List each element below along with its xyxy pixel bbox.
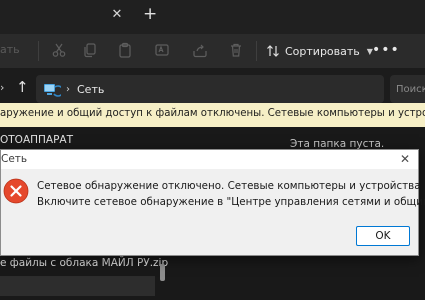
toolbar-divider (38, 41, 39, 61)
address-bar[interactable]: › Сеть (36, 75, 384, 103)
tab-close-button[interactable]: ✕ (110, 8, 124, 22)
file-explorer-window: ✕ + ать Сортировать ▼ ••• › ↑ › Сеть Пои… (0, 0, 425, 300)
dialog-titlebar: Сеть ✕ (1, 150, 418, 169)
infobar-text: аружение и общий доступ к файлам отключе… (0, 108, 425, 119)
sort-label: Сортировать (285, 44, 360, 58)
up-button[interactable]: ↑ (16, 78, 29, 96)
error-icon (3, 178, 29, 204)
new-tab-button[interactable]: + (143, 5, 157, 23)
sort-button[interactable]: Сортировать ▼ (266, 40, 373, 62)
delete-icon[interactable] (228, 42, 244, 58)
chevron-right-icon[interactable]: › (0, 81, 4, 94)
address-location: Сеть (77, 82, 105, 96)
network-icon (44, 84, 61, 97)
command-bar: ать Сортировать ▼ ••• (0, 34, 425, 68)
copy-icon[interactable] (82, 42, 98, 58)
scrollbar-thumb[interactable] (160, 264, 165, 281)
cut-icon[interactable] (51, 42, 67, 58)
search-input[interactable]: Поиск (390, 75, 425, 103)
paste-icon[interactable] (117, 42, 133, 58)
search-placeholder: Поиск (396, 83, 425, 95)
dialog-title: Сеть (1, 153, 28, 165)
dialog-message-line1: Сетевое обнаружение отключено. Сетевые к… (37, 180, 425, 192)
sort-icon (267, 45, 279, 57)
nav-pane-item[interactable]: е файлы с облака МАЙЛ РУ.zip (0, 257, 168, 269)
dialog-message-line2: Включите сетевое обнаружение в "Центре у… (37, 196, 425, 208)
more-options-button[interactable]: ••• (372, 42, 400, 58)
dialog-footer: OK (1, 219, 418, 255)
network-discovery-infobar[interactable]: аружение и общий доступ к файлам отключе… (0, 103, 425, 127)
share-icon[interactable] (192, 42, 208, 58)
toolbar-divider (256, 41, 257, 61)
chevron-right-icon[interactable]: › (66, 84, 70, 95)
nav-pane-item[interactable]: ОТОАППАРАТ (0, 134, 73, 146)
dialog-close-button[interactable]: ✕ (397, 151, 413, 167)
network-error-dialog: Сеть ✕ Сетевое обнаружение отключено. Се… (0, 149, 425, 256)
nav-pane-item-selected[interactable] (0, 276, 155, 296)
tab-strip: ✕ + (0, 0, 425, 34)
ok-button[interactable]: OK (356, 226, 410, 246)
rename-icon[interactable] (154, 42, 170, 58)
new-button-label[interactable]: ать (0, 43, 20, 56)
